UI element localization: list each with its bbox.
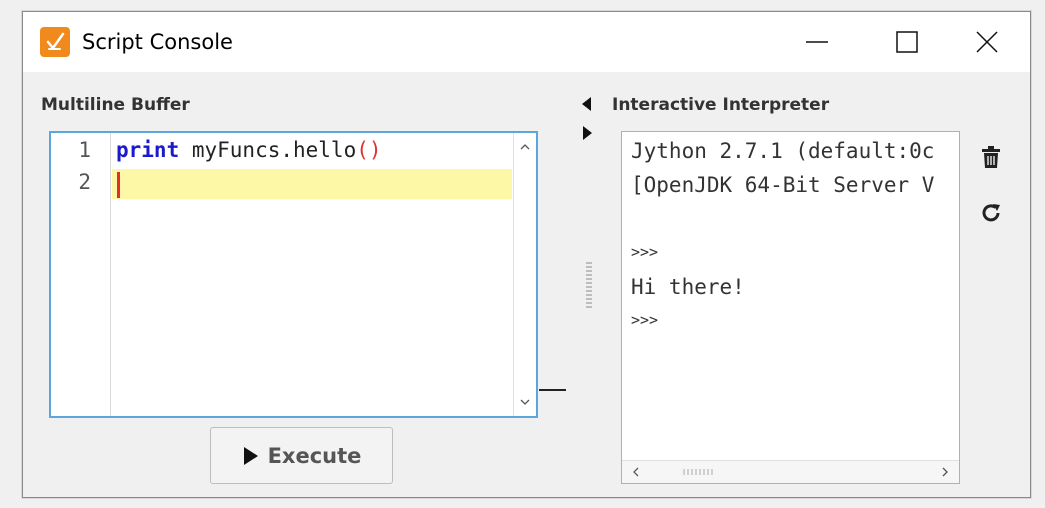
execute-label: Execute [267, 443, 362, 468]
scroll-thumb[interactable] [678, 467, 722, 477]
app-icon [40, 27, 70, 57]
title-bar[interactable]: Script Console [23, 12, 1030, 72]
collapse-right-icon[interactable] [582, 125, 594, 141]
interpreter-output[interactable]: Jython 2.7.1 (default:0c [OpenJDK 64-Bit… [621, 131, 960, 484]
horizontal-scrollbar[interactable] [622, 460, 959, 483]
console-line: Jython 2.7.1 (default:0c [631, 139, 935, 163]
scroll-right-icon[interactable] [939, 466, 951, 478]
minimize-button[interactable] [772, 12, 862, 72]
code-text: myFuncs.hello [179, 138, 357, 162]
close-button[interactable] [942, 12, 1032, 72]
line-number-gutter: 1 2 [51, 133, 111, 416]
code-keyword: print [116, 138, 180, 162]
collapse-left-icon[interactable] [580, 96, 592, 112]
script-console-window: Script Console Multiline Buffer 1 2 prin… [22, 11, 1031, 498]
code-line-current[interactable] [112, 169, 512, 199]
console-line: Hi there! [631, 275, 745, 299]
splitter-grip-icon[interactable] [585, 262, 593, 310]
vertical-scrollbar[interactable] [513, 133, 536, 416]
splitter-line [539, 389, 566, 391]
scroll-down-icon[interactable] [519, 396, 531, 408]
refresh-icon[interactable] [980, 202, 1002, 224]
code-line[interactable]: print myFuncs.hello() [112, 135, 512, 165]
maximize-button[interactable] [862, 12, 952, 72]
line-number: 2 [78, 170, 91, 194]
trash-icon[interactable] [980, 145, 1002, 169]
maximize-icon [896, 31, 918, 53]
execute-button[interactable]: Execute [210, 427, 393, 484]
console-line: >>> [631, 311, 659, 329]
minimize-icon [806, 41, 828, 43]
console-line: [OpenJDK 64-Bit Server V [631, 173, 935, 197]
window-title: Script Console [82, 30, 233, 54]
console-line: >>> [631, 243, 659, 261]
close-icon [976, 31, 998, 53]
code-paren: () [356, 138, 382, 162]
code-editor[interactable]: 1 2 print myFuncs.hello() [49, 131, 538, 418]
text-caret [117, 172, 120, 198]
play-icon [243, 446, 258, 465]
multiline-buffer-label: Multiline Buffer [41, 95, 190, 115]
scroll-left-icon[interactable] [630, 466, 642, 478]
interactive-interpreter-label: Interactive Interpreter [612, 95, 830, 115]
scroll-up-icon[interactable] [519, 141, 531, 153]
line-number: 1 [78, 138, 91, 162]
